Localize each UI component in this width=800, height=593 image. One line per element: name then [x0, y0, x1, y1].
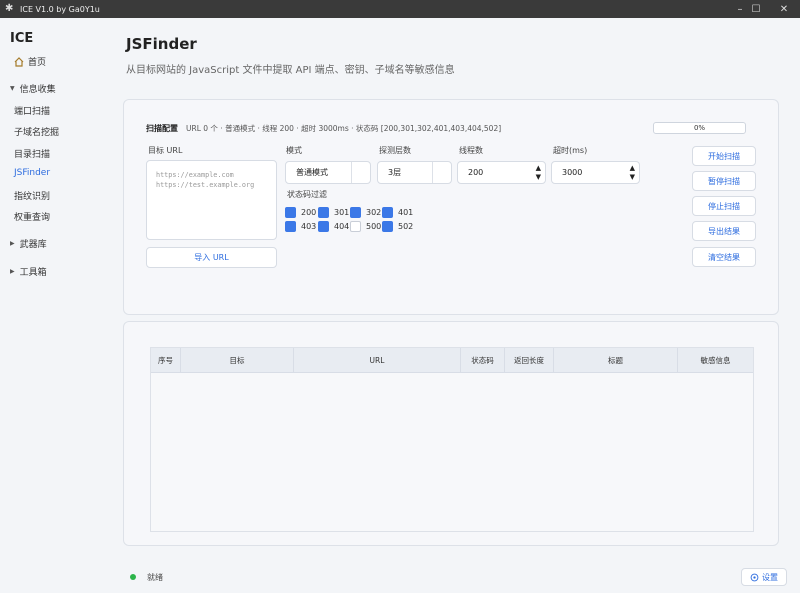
- target-url-label: 目标 URL: [148, 146, 183, 155]
- target-url-input[interactable]: https://example.com https://test.example…: [146, 160, 277, 240]
- home-icon: [14, 56, 24, 67]
- spin-up-icon[interactable]: ▲: [536, 165, 541, 172]
- column-header[interactable]: 序号: [151, 348, 181, 373]
- sidebar-item-dir-scan[interactable]: 目录扫描: [14, 147, 50, 160]
- target-url-placeholder: https://example.com https://test.example…: [156, 171, 255, 189]
- status-502-checkbox[interactable]: [382, 221, 393, 232]
- sidebar-item-label: 首页: [28, 58, 47, 68]
- clear-results-button[interactable]: 清空结果: [692, 247, 756, 267]
- column-header[interactable]: 敏感信息: [678, 348, 753, 373]
- results-table[interactable]: 序号 目标 URL 状态码 返回长度 标题 敏感信息: [150, 347, 754, 532]
- app-logo-icon: ✱: [5, 3, 14, 14]
- depth-label: 探测层数: [379, 146, 411, 155]
- status-500-checkbox[interactable]: [350, 221, 361, 232]
- start-scan-button[interactable]: 开始扫描: [692, 146, 756, 166]
- status-401-checkbox[interactable]: [382, 207, 393, 218]
- column-header[interactable]: 返回长度: [505, 348, 554, 373]
- sidebar-item-port-scan[interactable]: 端口扫描: [14, 104, 50, 117]
- sidebar-item-subdomain[interactable]: 子域名挖掘: [14, 125, 59, 138]
- status-code-label: 404: [334, 222, 350, 231]
- sidebar-group-toolbox[interactable]: ▶ 工具箱: [10, 265, 47, 278]
- sidebar-item-weight[interactable]: 权重查询: [14, 210, 50, 223]
- status-301-checkbox[interactable]: [318, 207, 329, 218]
- table-header: 序号 目标 URL 状态码 返回长度 标题 敏感信息: [151, 348, 753, 373]
- maximize-button[interactable]: ☐: [741, 0, 771, 18]
- status-filter-label: 状态码过滤: [287, 190, 327, 199]
- mode-select[interactable]: 普通模式: [285, 161, 371, 184]
- status-302-checkbox[interactable]: [350, 207, 361, 218]
- select-divider: [351, 162, 352, 183]
- status-code-label: 401: [398, 208, 414, 217]
- threads-spinbox[interactable]: 200 ▲ ▼: [457, 161, 546, 184]
- select-divider: [432, 162, 433, 183]
- status-code-label: 403: [301, 222, 317, 231]
- spin-down-icon[interactable]: ▼: [536, 174, 541, 181]
- timeout-label: 超时(ms): [553, 146, 588, 155]
- sidebar: ICE 首页 ▼ 信息收集 端口扫描 子域名挖掘 目录扫描 JSFinder 指…: [0, 18, 112, 593]
- sidebar-item-home[interactable]: 首页: [14, 55, 46, 68]
- column-header[interactable]: 目标: [181, 348, 294, 373]
- config-summary: URL 0 个 · 普通模式 · 线程 200 · 超时 3000ms · 状态…: [186, 124, 502, 133]
- import-url-button[interactable]: 导入 URL: [146, 247, 277, 268]
- pause-scan-button[interactable]: 暂停扫描: [692, 171, 756, 191]
- export-results-button[interactable]: 导出结果: [692, 221, 756, 241]
- app-name: ICE: [10, 31, 34, 46]
- status-404-checkbox[interactable]: [318, 221, 329, 232]
- status-code-label: 301: [334, 208, 350, 217]
- status-200-checkbox[interactable]: [285, 207, 296, 218]
- settings-button[interactable]: 设置: [741, 568, 787, 586]
- chevron-down-icon: ▼: [10, 85, 15, 92]
- page-subtitle: 从目标网站的 JavaScript 文件中提取 API 端点、密钥、子域名等敏感…: [126, 65, 455, 76]
- page-title: JSFinder: [126, 35, 197, 53]
- sidebar-item-jsfinder[interactable]: JSFinder: [14, 168, 50, 178]
- chevron-right-icon: ▶: [10, 268, 15, 275]
- chevron-right-icon: ▶: [10, 240, 15, 247]
- config-title: 扫描配置: [146, 124, 178, 133]
- timeout-spinbox[interactable]: 3000 ▲ ▼: [551, 161, 640, 184]
- progress-bar: 0%: [653, 122, 746, 134]
- status-code-label: 500: [366, 222, 382, 231]
- window-title: ICE V1.0 by Ga0Y1u: [20, 4, 100, 14]
- sidebar-group-info[interactable]: ▼ 信息收集: [10, 82, 56, 95]
- status-code-label: 200: [301, 208, 317, 217]
- depth-select[interactable]: 3层: [377, 161, 452, 184]
- gear-icon: [750, 573, 759, 581]
- status-text: 就绪: [147, 573, 163, 582]
- spin-up-icon[interactable]: ▲: [630, 165, 635, 172]
- close-button[interactable]: ✕: [769, 0, 799, 18]
- mode-label: 模式: [286, 146, 302, 155]
- column-header[interactable]: URL: [294, 348, 461, 373]
- column-header[interactable]: 状态码: [461, 348, 505, 373]
- status-code-label: 502: [398, 222, 414, 231]
- title-bar: ✱ ICE V1.0 by Ga0Y1u: [0, 0, 800, 18]
- status-indicator: [130, 574, 136, 580]
- stop-scan-button[interactable]: 停止扫描: [692, 196, 756, 216]
- status-403-checkbox[interactable]: [285, 221, 296, 232]
- column-header[interactable]: 标题: [554, 348, 678, 373]
- sidebar-item-fingerprint[interactable]: 指纹识别: [14, 189, 50, 202]
- threads-label: 线程数: [459, 146, 483, 155]
- spin-down-icon[interactable]: ▼: [630, 174, 635, 181]
- sidebar-group-arsenal[interactable]: ▶ 武器库: [10, 237, 47, 250]
- status-code-label: 302: [366, 208, 382, 217]
